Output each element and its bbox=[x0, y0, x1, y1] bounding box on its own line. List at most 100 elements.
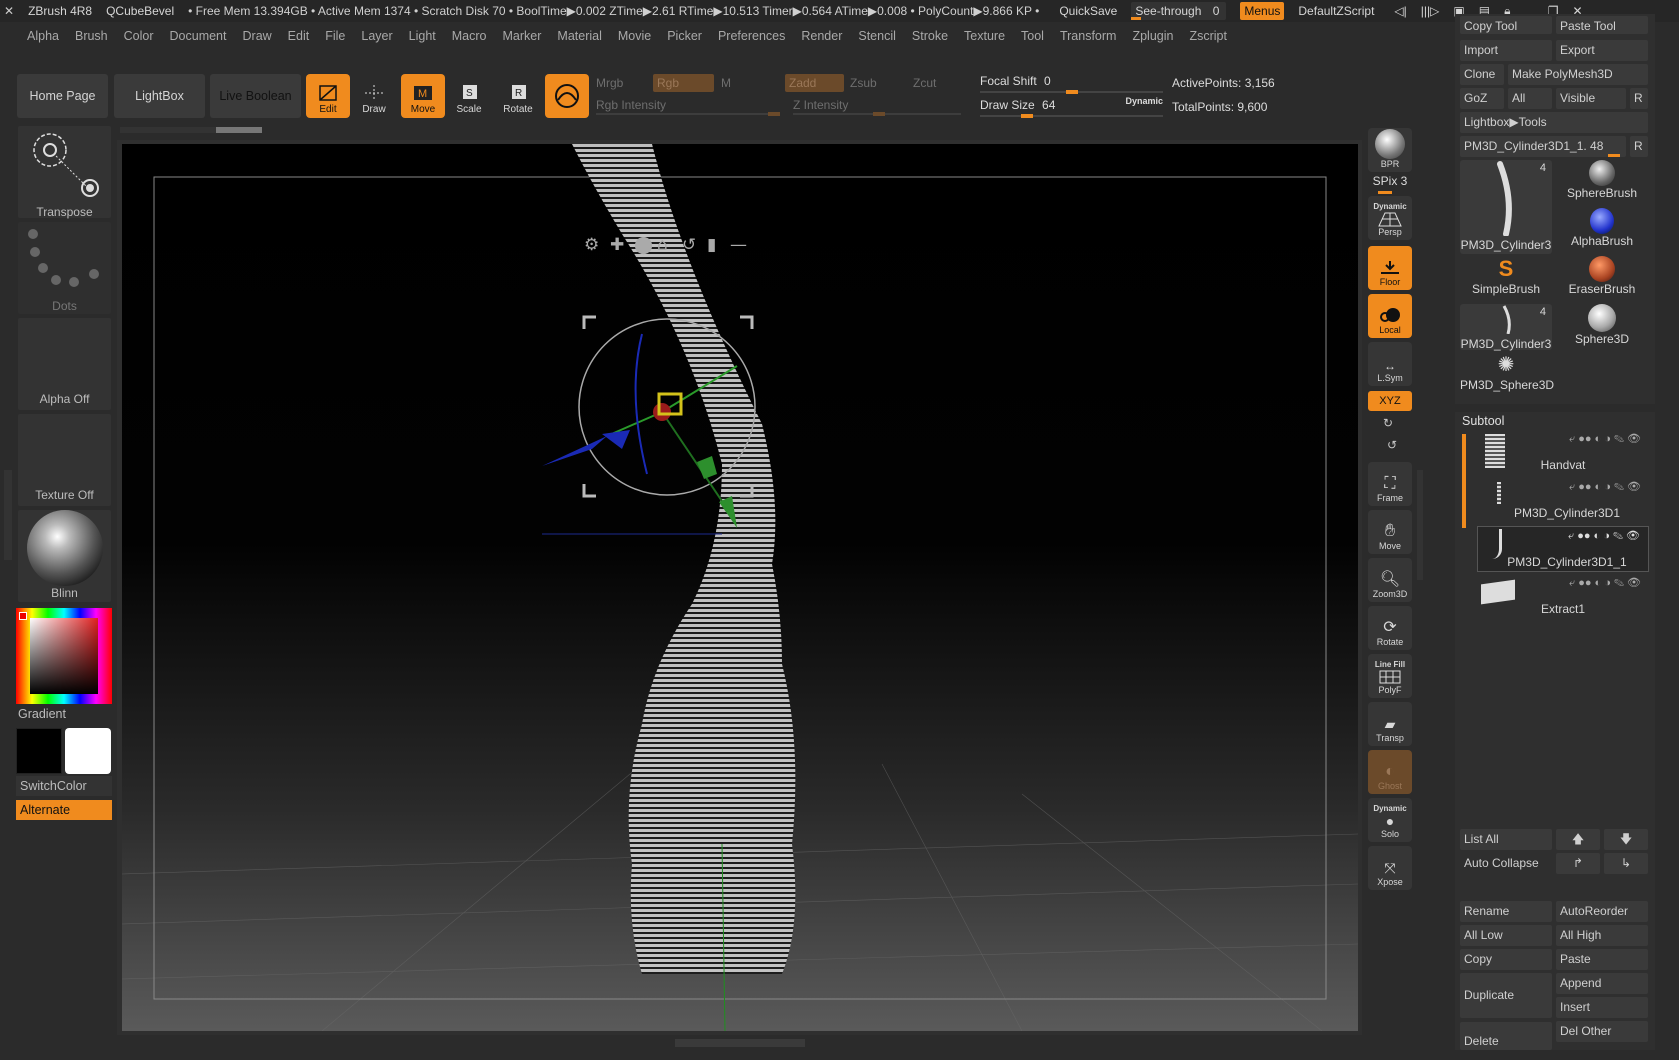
menu-zscript[interactable]: Zscript bbox=[1181, 29, 1235, 43]
paste-button[interactable]: Paste bbox=[1556, 949, 1648, 970]
subtool-scrollbar[interactable] bbox=[1462, 434, 1466, 528]
tool-thumb-alphabrush[interactable]: AlphaBrush bbox=[1556, 208, 1648, 254]
menu-color[interactable]: Color bbox=[116, 29, 162, 43]
z-intensity-slider[interactable]: Z Intensity bbox=[793, 98, 848, 112]
append-button[interactable]: Append bbox=[1556, 973, 1648, 994]
bottom-tray-handle[interactable] bbox=[675, 1039, 805, 1047]
goz-r-button[interactable]: R bbox=[1630, 88, 1648, 109]
clone-button[interactable]: Clone bbox=[1460, 64, 1504, 85]
subtool-row-pm3d-cylinder-1-selected[interactable]: ⤶ ●● ◐ ◑ ✎ 👁︎ PM3D_Cylinder3D1_1 bbox=[1477, 526, 1649, 572]
zoom3d-button[interactable]: 🔍︎ Zoom3D bbox=[1368, 558, 1412, 602]
xyz-button[interactable]: XYZ bbox=[1368, 391, 1412, 411]
make-polymesh-button[interactable]: Make PolyMesh3D bbox=[1508, 64, 1648, 85]
polyframe-toggle[interactable] bbox=[545, 74, 589, 118]
rgb-intensity-thumb[interactable] bbox=[768, 112, 780, 116]
stroke-dots-button[interactable]: Dots bbox=[18, 222, 111, 314]
draw-mode-button[interactable]: Draw bbox=[352, 74, 396, 118]
subtool-toggles-3[interactable]: ⤶ ●● ◐ ◑ ✎ 👁︎ bbox=[1568, 529, 1640, 543]
menu-movie[interactable]: Movie bbox=[610, 29, 659, 43]
menus-icon[interactable]: |||▷ bbox=[1421, 4, 1440, 19]
ghost-button[interactable]: ◐ Ghost bbox=[1368, 750, 1412, 794]
right-tray-handle[interactable] bbox=[1417, 470, 1423, 580]
draw-size-slider[interactable]: Draw Size 64 Dynamic bbox=[980, 96, 1163, 118]
export-button[interactable]: Export bbox=[1556, 40, 1648, 61]
tool-thumb-simplebrush[interactable]: S SimpleBrush bbox=[1460, 256, 1552, 302]
move-to-bottom-button[interactable]: ↳ bbox=[1604, 853, 1648, 874]
del-other-button[interactable]: Del Other bbox=[1556, 1021, 1648, 1042]
persp-button[interactable]: Dynamic Persp bbox=[1368, 196, 1412, 240]
current-tool-slider[interactable]: PM3D_Cylinder3D1_1. 48 bbox=[1460, 136, 1626, 157]
focal-shift-slider[interactable]: Focal Shift 0 bbox=[980, 74, 1163, 94]
move-up-button[interactable]: 🡅 bbox=[1556, 829, 1600, 850]
transp-button[interactable]: ▰ Transp bbox=[1368, 702, 1412, 746]
local-button[interactable]: Local bbox=[1368, 294, 1412, 338]
switchcolor-button[interactable]: SwitchColor bbox=[16, 776, 112, 796]
tool-thumb-pm3d-sphere3d[interactable]: ✺ PM3D_Sphere3D bbox=[1460, 352, 1554, 398]
subtool-row-pm3d-cylinder[interactable]: ⤶ ●● ◐ ◑ ✎ 👁︎ PM3D_Cylinder3D1 bbox=[1477, 478, 1649, 524]
tool-thumb-pm3d-cylinder-a[interactable]: 4 PM3D_Cylinder3 bbox=[1460, 160, 1552, 254]
goz-button[interactable]: GoZ bbox=[1460, 88, 1504, 109]
rotate-z-icon[interactable]: ↺ bbox=[1387, 438, 1397, 452]
scale-mode-button[interactable]: S Scale bbox=[447, 74, 491, 118]
subtool-header[interactable]: Subtool bbox=[1462, 414, 1504, 428]
z-intensity-thumb[interactable] bbox=[873, 112, 885, 116]
tool-thumb-spherebrush[interactable]: SphereBrush bbox=[1556, 160, 1648, 206]
rgb-button[interactable]: Rgb bbox=[653, 74, 714, 92]
menu-preferences[interactable]: Preferences bbox=[710, 29, 793, 43]
default-zscript-button[interactable]: DefaultZScript bbox=[1298, 4, 1374, 18]
auto-collapse-button[interactable]: Auto Collapse bbox=[1460, 853, 1552, 874]
live-boolean-button[interactable]: Live Boolean bbox=[210, 74, 301, 118]
tool-thumb-pm3d-cylinder-b[interactable]: 4 PM3D_Cylinder3 bbox=[1460, 304, 1552, 351]
copy-button[interactable]: Copy bbox=[1460, 949, 1552, 970]
transpose-button[interactable]: Transpose bbox=[18, 126, 111, 219]
menu-layer[interactable]: Layer bbox=[353, 29, 400, 43]
zadd-button[interactable]: Zadd bbox=[785, 74, 844, 92]
menu-alpha[interactable]: Alpha bbox=[19, 29, 67, 43]
m-button[interactable]: M bbox=[721, 76, 731, 90]
polyf-button[interactable]: Line Fill PolyF bbox=[1368, 654, 1412, 698]
duplicate-button[interactable]: Duplicate bbox=[1460, 973, 1552, 1018]
floor-button[interactable]: Floor bbox=[1368, 246, 1412, 290]
menu-transform[interactable]: Transform bbox=[1052, 29, 1125, 43]
texture-off-button[interactable]: Texture Off bbox=[18, 414, 111, 506]
menu-stencil[interactable]: Stencil bbox=[850, 29, 904, 43]
gradient-label[interactable]: Gradient bbox=[18, 707, 66, 721]
color-picker[interactable] bbox=[16, 608, 112, 704]
subtool-toggles-2[interactable]: ⤶ ●● ◐ ◑ ✎ 👁︎ bbox=[1569, 480, 1641, 494]
move-view-button[interactable]: ✋︎ Move bbox=[1368, 510, 1412, 554]
zsub-button[interactable]: Zsub bbox=[850, 76, 877, 90]
main-color-swatch[interactable] bbox=[16, 728, 62, 774]
list-all-button[interactable]: List All bbox=[1460, 829, 1552, 850]
edit-mode-button[interactable]: Edit bbox=[306, 74, 350, 118]
viewport-canvas[interactable]: ⚙ ✚ ⬤ ⌂ ↺ ▮ — bbox=[122, 144, 1358, 1031]
alpha-off-button[interactable]: Alpha Off bbox=[18, 318, 111, 410]
solo-button[interactable]: Dynamic ● Solo bbox=[1368, 798, 1412, 842]
menu-light[interactable]: Light bbox=[401, 29, 444, 43]
alternate-button[interactable]: Alternate bbox=[16, 800, 112, 820]
menu-tool[interactable]: Tool bbox=[1013, 29, 1052, 43]
left-tray-handle[interactable] bbox=[4, 470, 12, 560]
subtool-row-extract1[interactable]: ⤶ ●● ◐ ◑ ✎ 👁︎ Extract1 bbox=[1477, 574, 1649, 620]
rgb-intensity-slider[interactable]: Rgb Intensity bbox=[596, 98, 666, 112]
lightbox-tools-button[interactable]: Lightbox▶Tools bbox=[1460, 112, 1648, 133]
shelf-scroll-thumb[interactable] bbox=[216, 127, 262, 133]
frame-button[interactable]: ⛶ Frame bbox=[1368, 462, 1412, 506]
spix-slider[interactable]: SPix 3 bbox=[1368, 174, 1412, 192]
insert-button[interactable]: Insert bbox=[1556, 997, 1648, 1018]
menu-texture[interactable]: Texture bbox=[956, 29, 1013, 43]
menu-picker[interactable]: Picker bbox=[659, 29, 710, 43]
material-button[interactable]: Blinn bbox=[18, 510, 111, 602]
menu-brush[interactable]: Brush bbox=[67, 29, 116, 43]
goz-visible-button[interactable]: Visible bbox=[1556, 88, 1626, 109]
move-down-button[interactable]: 🡇 bbox=[1604, 829, 1648, 850]
menu-edit[interactable]: Edit bbox=[280, 29, 318, 43]
lightbox-button[interactable]: LightBox bbox=[114, 74, 205, 118]
menu-document[interactable]: Document bbox=[162, 29, 235, 43]
tool-thumb-eraserbrush[interactable]: EraserBrush bbox=[1556, 256, 1648, 302]
subtool-toggles[interactable]: ⤶ ●● ◐ ◑ ✎ 👁︎ bbox=[1569, 432, 1641, 446]
color-picker-sv[interactable] bbox=[30, 618, 98, 694]
copy-tool-button[interactable]: Copy Tool bbox=[1460, 16, 1552, 34]
all-low-button[interactable]: All Low bbox=[1460, 925, 1552, 946]
menu-zplugin[interactable]: Zplugin bbox=[1124, 29, 1181, 43]
secondary-color-swatch[interactable] bbox=[65, 728, 111, 774]
